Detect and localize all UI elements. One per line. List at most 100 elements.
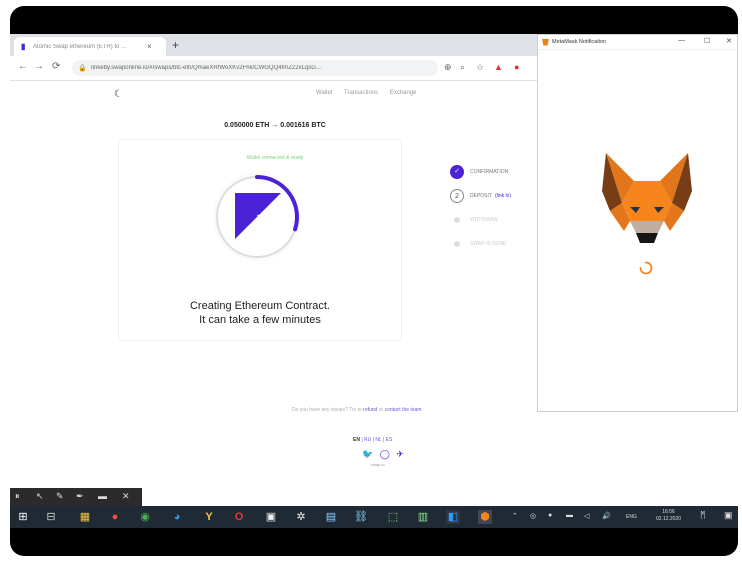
browser-toolbar: ← → ⟳ 🔒 rinkeby.swaponline.io/#/swaps/bt… <box>10 56 540 81</box>
footnote-or: or <box>378 407 384 413</box>
tab-title: Atomic Swap ethereum (ETH) to ... <box>33 43 127 50</box>
keyboard-lang[interactable]: ENG <box>626 514 637 520</box>
app4-icon[interactable]: ▥ <box>416 510 430 524</box>
progress-dial <box>213 173 301 261</box>
extension-2-icon[interactable]: ● <box>514 62 519 72</box>
step-label-text: DEPOSIT <box>470 193 492 199</box>
yandex-icon[interactable]: Y <box>202 510 216 524</box>
metamask-titlebar: MetaMask Notification — ☐ ✕ <box>538 35 737 50</box>
contract-caption: Creating Ethereum Contract. It can take … <box>10 299 510 327</box>
back-icon[interactable]: ← <box>18 61 28 72</box>
contact-link[interactable]: contact the team <box>385 407 422 413</box>
user-icon[interactable]: ᛗ <box>700 510 705 520</box>
nav-wallet[interactable]: Wallet <box>316 90 332 96</box>
forward-icon[interactable]: → <box>34 61 44 72</box>
new-tab-button[interactable]: + <box>172 38 179 52</box>
lang-active[interactable]: EN <box>353 437 360 443</box>
step-swap-done: SWAP IS DONE <box>450 237 540 261</box>
extension-icon[interactable]: ▲ <box>494 62 503 72</box>
step-withdraw: WITHDRAW <box>450 213 540 237</box>
swap-steps: ✓ CONFIRMATION 2 DEPOSIT (link tx) WITHDR… <box>450 165 540 261</box>
metamask-fox-logo-icon <box>602 153 692 243</box>
swap-pair-title: 0.050000 ETH → 0.001616 BTC <box>224 122 326 129</box>
theme-moon-icon[interactable]: ☾ <box>114 89 123 100</box>
active-app-icon[interactable]: ◧ <box>446 510 460 524</box>
metamask-taskbar-icon[interactable]: ⬢ <box>478 510 492 524</box>
taskview-icon[interactable]: ⊟ <box>44 510 58 524</box>
pause-icon[interactable]: ⏸ <box>15 491 20 502</box>
nav-transactions[interactable]: Transactions <box>344 90 378 96</box>
browser-tab[interactable]: ▮ Atomic Swap ethereum (ETH) to ... × <box>14 37 166 56</box>
step-number: 2 <box>450 189 464 203</box>
reload-icon[interactable]: ⟳ <box>52 61 60 72</box>
check-icon: ✓ <box>450 165 464 179</box>
social-icons[interactable]: 🐦 ◯ ✈ <box>362 449 406 460</box>
cursor-icon[interactable]: ↖ <box>36 491 44 502</box>
app-icon[interactable]: ▣ <box>264 510 278 524</box>
tray-mic-icon[interactable]: ● <box>548 512 552 519</box>
address-bar[interactable]: 🔒 rinkeby.swaponline.io/#/swaps/btc-eth/… <box>72 60 438 76</box>
wifi-icon[interactable]: ◁ <box>584 512 589 520</box>
edge-icon[interactable]: ◕ <box>170 510 184 524</box>
browser-tab-strip: ▮ Atomic Swap ethereum (ETH) to ... × + <box>10 34 540 56</box>
lang-others[interactable]: | RU | NL | ES <box>361 437 392 443</box>
metamask-window: MetaMask Notification — ☐ ✕ <box>537 34 738 412</box>
windows-taskbar: ⊞ ⊟ ▦ ● ◉ ◕ Y O ▣ ✲ ▤ ⛓ ⬚ ▥ ◧ ⬢ ⌃ ◎ ● ▬ … <box>10 506 738 528</box>
volume-icon[interactable]: 🔊 <box>602 512 611 520</box>
app2-icon[interactable]: ▤ <box>324 510 338 524</box>
settings-icon[interactable]: ✲ <box>294 510 308 524</box>
letterbox-top <box>10 6 738 36</box>
firefox-icon[interactable]: ● <box>108 510 122 524</box>
app3-icon[interactable]: ⬚ <box>386 510 400 524</box>
metamask-title: MetaMask Notification <box>552 39 607 45</box>
nav-exchange[interactable]: Exchange <box>390 90 417 96</box>
tab-close-icon[interactable]: × <box>147 42 152 51</box>
step-confirmation: ✓ CONFIRMATION <box>450 165 540 189</box>
explorer-icon[interactable]: ▦ <box>78 510 92 524</box>
marker-icon[interactable]: ✒ <box>76 491 84 502</box>
deposit-tx-link[interactable]: (link tx) <box>495 193 511 199</box>
refund-link[interactable]: refund <box>363 407 377 413</box>
zoom-icon[interactable]: ⌕ <box>460 62 465 73</box>
step-dot-icon <box>454 217 460 223</box>
step-label: WITHDRAW <box>470 217 498 223</box>
chrome-icon[interactable]: ◉ <box>138 510 152 524</box>
clock-date: 02.12.2020 <box>656 516 682 522</box>
star-icon[interactable]: ☆ <box>476 62 484 73</box>
swap-favicon-icon: ▮ <box>21 41 26 51</box>
step-deposit: 2 DEPOSIT (link tx) <box>450 189 540 213</box>
tray-chevron-icon[interactable]: ⌃ <box>512 512 518 520</box>
swap-page: ☾ Wallet Transactions Exchange 0.050000 … <box>10 81 540 481</box>
notification-icon[interactable]: ▣ <box>724 510 733 521</box>
minimize-icon[interactable]: — <box>678 37 685 44</box>
network-icon[interactable]: ⛓ <box>354 510 368 524</box>
tray-app-icon[interactable]: ◎ <box>530 512 536 520</box>
video-frame: ▮ Atomic Swap ethereum (ETH) to ... × + … <box>0 0 742 561</box>
camera-icon[interactable]: ⊕ <box>444 62 452 73</box>
desktop-screen: ▮ Atomic Swap ethereum (ETH) to ... × + … <box>10 34 738 528</box>
caption-line-1: Creating Ethereum Contract. <box>189 300 330 312</box>
language-switcher[interactable]: EN | RU | NL | ES <box>353 437 392 443</box>
start-icon[interactable]: ⊞ <box>16 510 30 524</box>
maximize-icon[interactable]: ☐ <box>704 37 710 45</box>
close-icon[interactable]: ✕ <box>726 37 732 45</box>
eraser-icon[interactable]: ▬ <box>98 491 107 501</box>
metamask-fox-icon <box>542 38 549 46</box>
loading-spinner-icon <box>639 261 653 275</box>
opera-icon[interactable]: O <box>232 510 246 524</box>
step-label: SWAP IS DONE <box>470 241 507 247</box>
url-text: rinkeby.swaponline.io/#/swaps/btc-eth/Qm… <box>90 65 321 71</box>
social-caption: swap.io <box>371 462 385 467</box>
step-label: CONFIRMATION <box>470 169 509 175</box>
footnote-text: Do you have any issues? Try to <box>292 407 362 413</box>
close-toolbar-icon[interactable]: ✕ <box>122 491 130 502</box>
lock-icon: 🔒 <box>78 65 87 72</box>
issues-footnote: Do you have any issues? Try to refund or… <box>292 407 422 413</box>
caption-line-2: It can take a few minutes <box>199 314 321 326</box>
taskbar-clock[interactable]: 16:56 02.12.2020 <box>656 509 681 523</box>
letterbox-bottom <box>10 528 738 556</box>
annotation-toolbar: ⏸ ↖ ✎ ✒ ▬ ✕ <box>10 488 142 506</box>
top-nav: Wallet Transactions Exchange <box>316 90 427 96</box>
pen-icon[interactable]: ✎ <box>56 491 64 502</box>
battery-icon[interactable]: ▬ <box>566 512 573 519</box>
